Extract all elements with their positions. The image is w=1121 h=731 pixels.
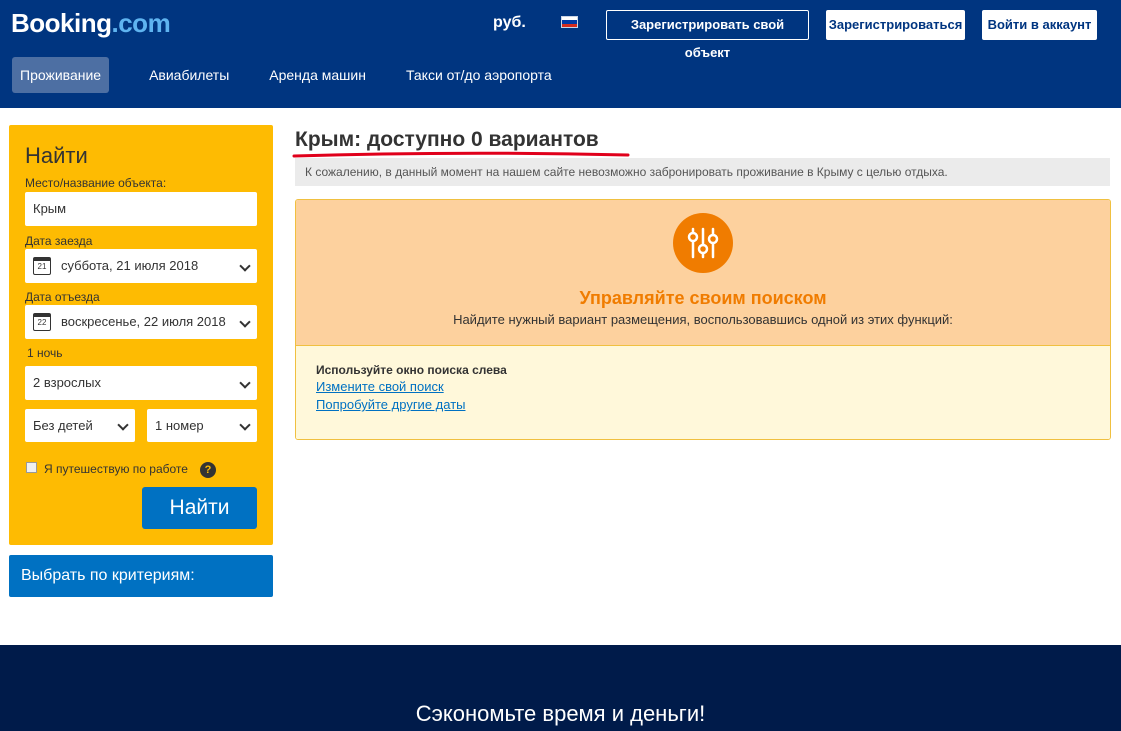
main-nav: Проживание Авиабилеты Аренда машин Такси… [12, 57, 584, 93]
adults-value: 2 взрослых [33, 375, 101, 390]
checkin-label: Дата заезда [25, 234, 93, 248]
work-trip-checkbox[interactable] [26, 462, 37, 473]
register-button[interactable]: Зарегистрироваться [826, 10, 965, 40]
checkin-date-select[interactable]: 21 суббота, 21 июля 2018 [25, 249, 257, 283]
nav-tab-flights[interactable]: Авиабилеты [141, 57, 237, 93]
calendar-icon: 22 [33, 313, 51, 331]
nav-tab-stays[interactable]: Проживание [12, 57, 110, 93]
availability-notice: К сожалению, в данный момент на нашем са… [295, 158, 1110, 186]
chevron-down-icon [239, 377, 251, 389]
currency-selector[interactable]: руб. [493, 14, 526, 32]
chevron-down-icon [239, 316, 251, 328]
chevron-down-icon [239, 419, 251, 431]
footer-banner: Сэкономьте время и деньги! [0, 645, 1121, 731]
rooms-select[interactable]: 1 номер [147, 409, 257, 442]
children-value: Без детей [33, 418, 93, 433]
other-dates-link[interactable]: Попробуйте другие даты [316, 397, 466, 412]
destination-label: Место/название объекта: [25, 176, 167, 190]
panel-header: Управляйте своим поиском Найдите нужный … [296, 200, 1110, 345]
checkin-date-value: суббота, 21 июля 2018 [61, 258, 199, 273]
search-box: Найти Место/название объекта: Крым Дата … [9, 125, 273, 545]
list-property-button[interactable]: Зарегистрировать свой объект [606, 10, 809, 60]
chevron-down-icon [117, 419, 129, 431]
filter-by-header[interactable]: Выбрать по критериям: [9, 555, 273, 597]
children-select[interactable]: Без детей [25, 409, 135, 442]
help-icon[interactable]: ? [200, 462, 216, 478]
page-title: Крым: доступно 0 вариантов [295, 128, 599, 151]
nav-tab-car-rental[interactable]: Аренда машин [261, 57, 374, 93]
site-header: Booking.com руб. Зарегистрировать свой о… [0, 0, 1121, 108]
sliders-icon [673, 213, 733, 273]
nav-tab-airport-taxi[interactable]: Такси от/до аэропорта [398, 57, 560, 93]
checkout-date-select[interactable]: 22 воскресенье, 22 июля 2018 [25, 305, 257, 339]
calendar-icon: 21 [33, 257, 51, 275]
option-title: Используйте окно поиска слева [316, 363, 507, 377]
panel-options: Используйте окно поиска слева Измените с… [296, 345, 1110, 439]
destination-input[interactable]: Крым [25, 192, 257, 226]
language-flag-icon[interactable] [561, 16, 578, 28]
search-button[interactable]: Найти [142, 487, 257, 529]
footer-tagline: Сэкономьте время и деньги! [415, 701, 706, 726]
sign-in-button[interactable]: Войти в аккаунт [982, 10, 1097, 40]
manage-search-panel: Управляйте своим поиском Найдите нужный … [295, 199, 1111, 440]
booking-logo[interactable]: Booking.com [11, 8, 171, 39]
adults-select[interactable]: 2 взрослых [25, 366, 257, 400]
panel-subtitle: Найдите нужный вариант размещения, воспо… [453, 312, 953, 327]
nights-count: 1 ночь [27, 346, 63, 360]
search-title: Найти [25, 143, 88, 168]
checkout-date-value: воскресенье, 22 июля 2018 [61, 314, 226, 329]
work-trip-label: Я путешествую по работе [44, 462, 188, 476]
chevron-down-icon [239, 260, 251, 272]
panel-heading: Управляйте своим поиском [579, 288, 827, 308]
change-search-link[interactable]: Измените свой поиск [316, 379, 444, 394]
rooms-value: 1 номер [155, 418, 204, 433]
checkout-label: Дата отъезда [25, 290, 100, 304]
